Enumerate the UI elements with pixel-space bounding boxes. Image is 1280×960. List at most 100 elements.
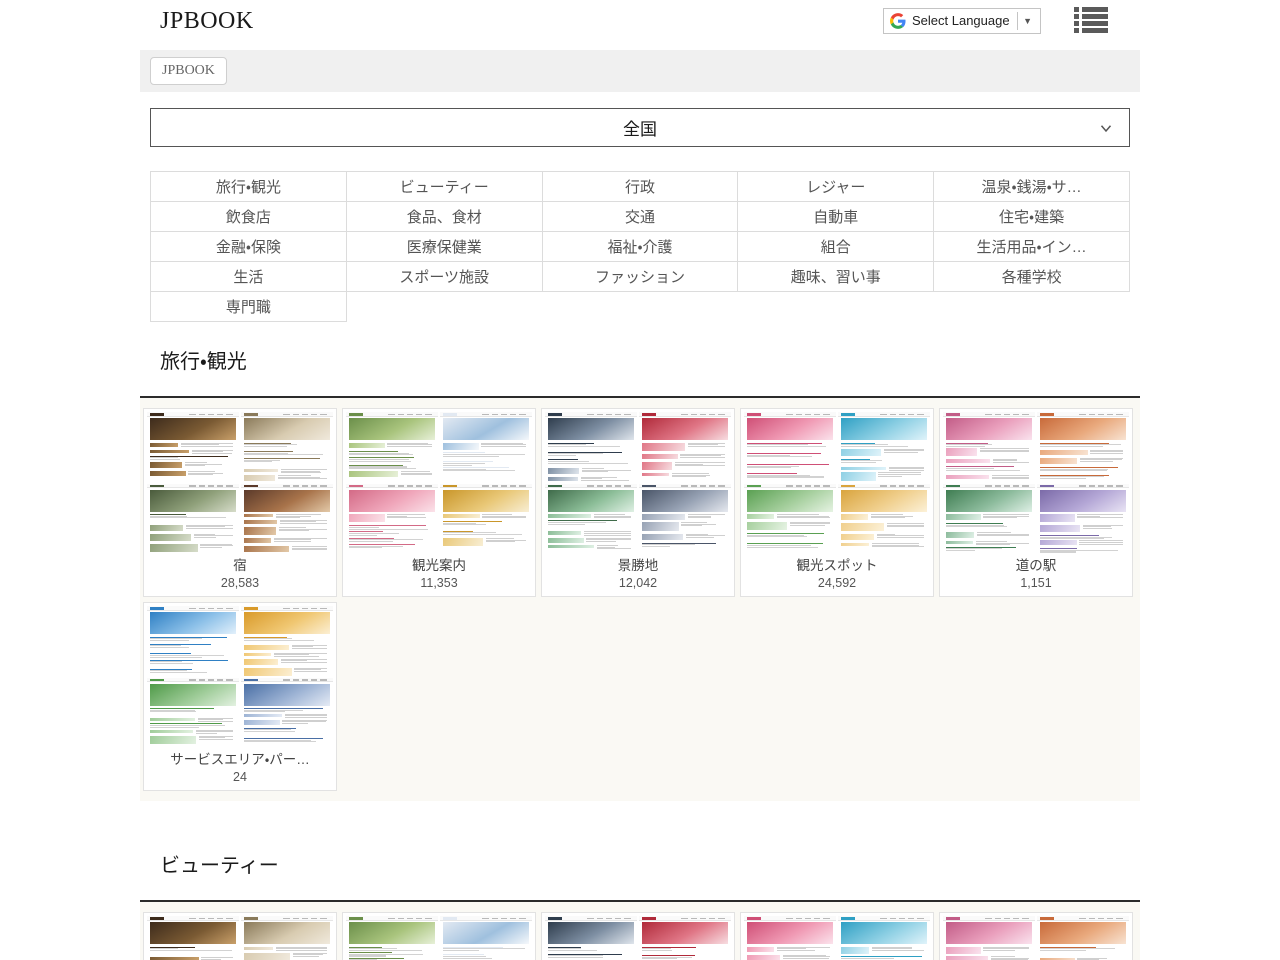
google-translate-widget[interactable]: Select Language ▼ [883, 8, 1041, 34]
thumbnail-tile [147, 678, 239, 748]
breadcrumb-item-jpbook[interactable]: JPBOOK [150, 57, 227, 85]
list-menu-row [1074, 21, 1108, 26]
table-row: 旅行・観光 ビューティー 行政 レジャー 温泉・銭湯・サ… [151, 172, 1130, 202]
card-label: サービスエリア・パー… [147, 747, 333, 768]
thumbnail-screenshot [943, 484, 1035, 554]
card-thumbnail [545, 916, 731, 960]
thumbnail-tile [943, 412, 1035, 482]
category-cell[interactable]: 福祉・介護 [542, 232, 738, 262]
category-cell[interactable]: 組合 [738, 232, 934, 262]
category-cell[interactable]: 各種学校 [934, 262, 1130, 292]
list-menu-row [1074, 14, 1108, 19]
category-cell[interactable]: 趣味、習い事 [738, 262, 934, 292]
list-menu-icon[interactable] [1074, 6, 1108, 34]
thumbnail-screenshot [744, 412, 836, 482]
thumbnail-tile [346, 916, 438, 960]
category-card[interactable]: 観光案内11,353 [342, 408, 536, 597]
category-table: 旅行・観光 ビューティー 行政 レジャー 温泉・銭湯・サ… 飲食店 食品、食材 … [150, 171, 1130, 322]
table-row: 飲食店 食品、食材 交通 自動車 住宅・建築 [151, 202, 1130, 232]
category-table-body: 旅行・観光 ビューティー 行政 レジャー 温泉・銭湯・サ… 飲食店 食品、食材 … [151, 172, 1130, 322]
card-label: 道の駅 [943, 553, 1129, 574]
region-select[interactable]: 全国 [150, 108, 1130, 147]
category-cell[interactable]: ファッション [542, 262, 738, 292]
thumbnail-tile [440, 412, 532, 482]
thumbnail-screenshot [346, 916, 438, 960]
thumbnail-screenshot [241, 916, 333, 960]
category-cell[interactable]: 飲食店 [151, 202, 347, 232]
category-card[interactable]: 宿28,583 [143, 408, 337, 597]
section-travel: 旅行・観光 宿28,583観光案内11,353景勝地12,042観光スポット24… [140, 350, 1140, 801]
category-cell-empty [934, 292, 1130, 322]
thumbnail-screenshot [838, 412, 930, 482]
category-card[interactable]: 道の駅1,151 [939, 408, 1133, 597]
category-card[interactable]: サービスエリア・パー…24 [143, 602, 337, 791]
thumbnail-tile [1037, 484, 1129, 554]
category-cell[interactable]: 金融・保険 [151, 232, 347, 262]
category-card[interactable] [541, 912, 735, 960]
thumbnail-screenshot [639, 412, 731, 482]
list-bullet-square [1074, 28, 1079, 33]
site-logo[interactable]: JPBOOK [160, 6, 254, 36]
thumbnail-screenshot [1037, 412, 1129, 482]
thumbnail-screenshot [346, 412, 438, 482]
category-cell[interactable]: 住宅・建築 [934, 202, 1130, 232]
category-cell[interactable]: レジャー [738, 172, 934, 202]
card-grid: 宿28,583観光案内11,353景勝地12,042観光スポット24,592道の… [140, 408, 1140, 791]
card-label: 宿 [147, 553, 333, 574]
thumbnail-screenshot [440, 484, 532, 554]
chevron-down-icon[interactable]: ▼ [1018, 9, 1038, 33]
category-cell-empty [542, 292, 738, 322]
thumbnail-tile [147, 606, 239, 676]
category-card[interactable] [342, 912, 536, 960]
thumbnail-tile [147, 412, 239, 482]
category-cell[interactable]: 自動車 [738, 202, 934, 232]
category-cell[interactable]: 行政 [542, 172, 738, 202]
category-card[interactable] [143, 912, 337, 960]
thumbnail-tile [639, 916, 731, 960]
category-cell[interactable]: 医療保健業 [346, 232, 542, 262]
category-card[interactable] [939, 912, 1133, 960]
thumbnail-tile [346, 484, 438, 554]
card-thumbnail [147, 412, 333, 553]
section-beauty: ビューティー [140, 854, 1140, 960]
card-label: 観光スポット [744, 553, 930, 574]
thumbnail-tile [545, 412, 637, 482]
category-cell[interactable]: 交通 [542, 202, 738, 232]
list-bullet-square [1074, 7, 1079, 12]
category-cell[interactable]: 生活 [151, 262, 347, 292]
thumbnail-screenshot [545, 412, 637, 482]
breadcrumb: JPBOOK [140, 50, 1140, 92]
card-thumbnail [744, 916, 930, 960]
thumbnail-screenshot [440, 412, 532, 482]
thumbnail-tile [545, 484, 637, 554]
category-card[interactable] [740, 912, 934, 960]
category-card[interactable]: 観光スポット24,592 [740, 408, 934, 597]
category-cell[interactable]: ビューティー [346, 172, 542, 202]
category-cell[interactable]: 専門職 [151, 292, 347, 322]
card-count: 1,151 [943, 574, 1129, 596]
card-label: 観光案内 [346, 553, 532, 574]
thumbnail-tile [838, 916, 930, 960]
thumbnail-tile [241, 916, 333, 960]
category-cell[interactable]: 旅行・観光 [151, 172, 347, 202]
category-cell[interactable]: スポーツ施設 [346, 262, 542, 292]
card-thumbnail [943, 412, 1129, 553]
card-grid [140, 912, 1140, 960]
category-cell-empty [346, 292, 542, 322]
thumbnail-tile [744, 412, 836, 482]
thumbnail-tile [943, 916, 1035, 960]
thumbnail-screenshot [241, 606, 333, 676]
list-menu-row [1074, 28, 1108, 33]
card-thumbnail [943, 916, 1129, 960]
category-cell[interactable]: 温泉・銭湯・サ… [934, 172, 1130, 202]
card-label: 景勝地 [545, 553, 731, 574]
google-logo [890, 13, 906, 29]
category-cell[interactable]: 食品、食材 [346, 202, 542, 232]
list-bar [1082, 14, 1108, 19]
thumbnail-screenshot [241, 678, 333, 748]
category-card[interactable]: 景勝地12,042 [541, 408, 735, 597]
thumbnail-tile [147, 916, 239, 960]
category-cell[interactable]: 生活用品・イン… [934, 232, 1130, 262]
thumbnail-screenshot [744, 916, 836, 960]
thumbnail-screenshot [147, 916, 239, 960]
